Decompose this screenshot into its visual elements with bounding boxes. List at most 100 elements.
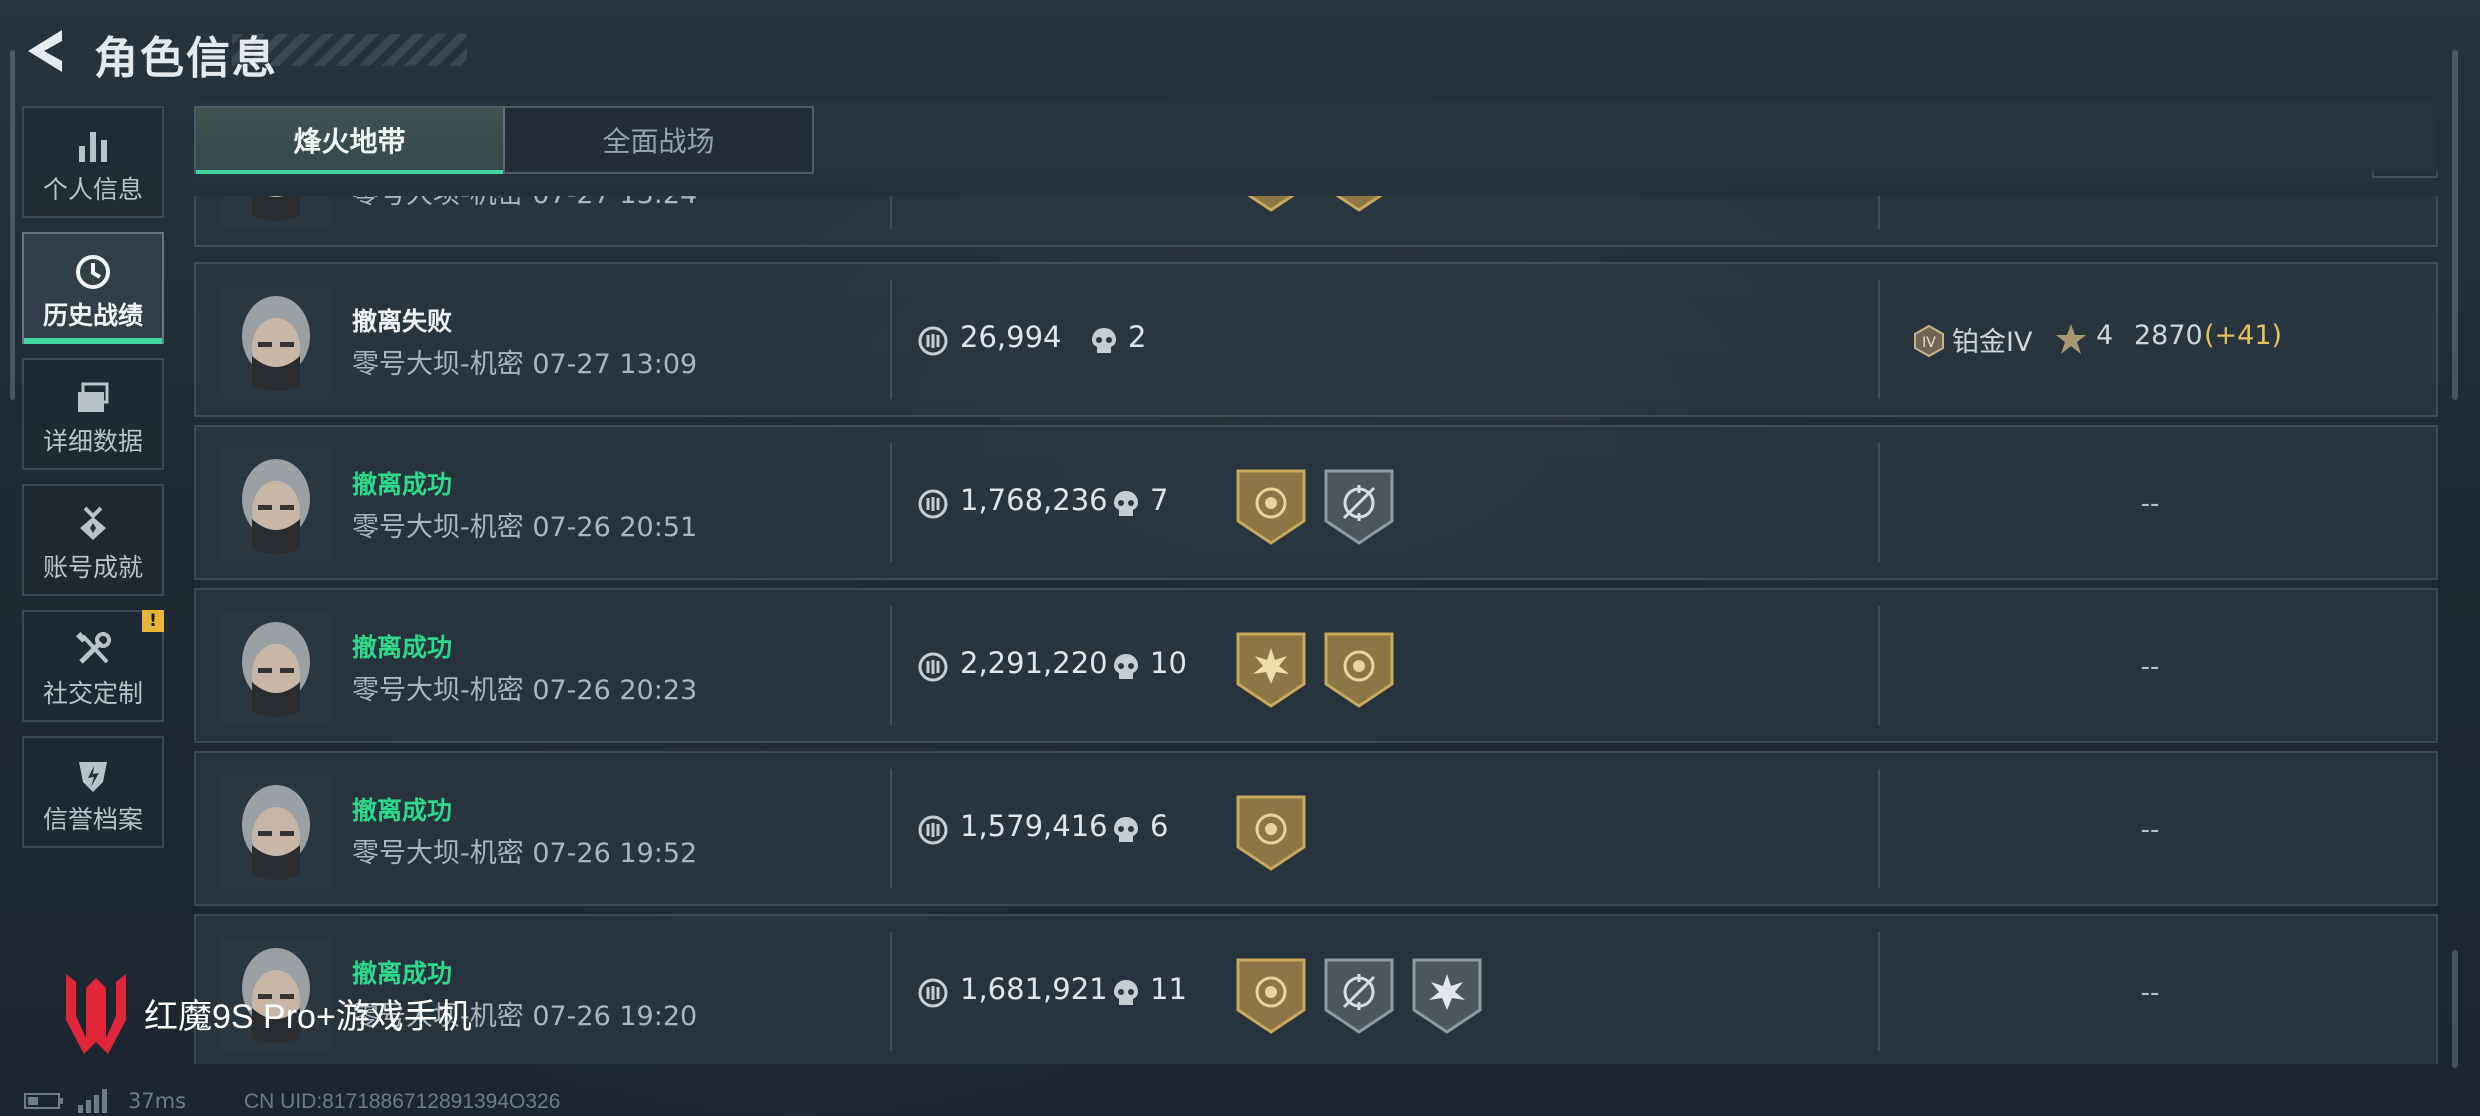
- operator-avatar: [220, 775, 332, 887]
- mode-tabs: 烽火地带 全面战场: [194, 106, 814, 174]
- match-row[interactable]: 撤离成功 零号大坝-机密 07-26 19:52 1,579,416 6 --: [194, 751, 2438, 906]
- gold-medal-icon: [1236, 795, 1306, 871]
- target-medal-icon: [1324, 469, 1394, 545]
- target-medal-icon: [1324, 958, 1394, 1034]
- sidebar-item-detailed-data[interactable]: 详细数据: [22, 358, 164, 470]
- rank-score: 2870: [2134, 320, 2203, 351]
- sidebar-item-personal-info[interactable]: 个人信息: [22, 106, 164, 218]
- column-divider: [1878, 606, 1880, 725]
- rank-emblem-icon: IV: [1914, 324, 1944, 358]
- gold-medal-icon: [1335, 196, 1383, 212]
- operator-avatar: [220, 286, 332, 398]
- sidebar-scrollbar[interactable]: [10, 50, 15, 400]
- rank-result: --: [2140, 978, 2160, 1008]
- kill-count: 7: [1150, 483, 1169, 517]
- column-divider: [890, 196, 892, 229]
- kill-count: 11: [1150, 972, 1187, 1006]
- column-divider: [1878, 280, 1880, 399]
- kill-count: 6: [1150, 809, 1169, 843]
- rank-result: --: [2140, 652, 2160, 682]
- coin-icon: [918, 326, 948, 356]
- sidebar-item-achievements[interactable]: 账号成就: [22, 484, 164, 596]
- ping-value: 37ms: [128, 1089, 187, 1113]
- match-row[interactable]: 撤离失败 零号大坝-机密 07-27 13:09 26,994 2 IV 铂金I…: [194, 262, 2438, 417]
- sidebar-item-history[interactable]: 历史战绩: [22, 232, 164, 344]
- gold-medal-icon: [1236, 958, 1306, 1034]
- signal-icon: [78, 1089, 107, 1113]
- column-divider: [890, 280, 892, 399]
- extraction-status: 撤离成功: [352, 633, 453, 662]
- rank-result: --: [2140, 489, 2160, 519]
- skull-icon: [1092, 328, 1116, 353]
- cards-icon: [78, 382, 109, 412]
- burst-medal-icon: [1236, 632, 1306, 708]
- tab-full-battlefield[interactable]: 全面战场: [505, 108, 812, 172]
- tab-hazard-zone[interactable]: 烽火地带: [196, 108, 505, 174]
- extraction-status: 撤离失败: [352, 307, 453, 336]
- back-arrow-icon[interactable]: [22, 26, 68, 76]
- sidebar: 个人信息 历史战绩 详细数据 账号成就 社交定制 ! 信誉档案: [22, 106, 164, 862]
- bar-chart-icon: [79, 132, 107, 162]
- notification-badge: !: [142, 610, 164, 632]
- column-divider: [890, 769, 892, 888]
- tools-icon: [76, 632, 111, 664]
- sidebar-item-credit-record[interactable]: 信誉档案: [22, 736, 164, 848]
- column-divider: [890, 932, 892, 1051]
- match-map-time: 零号大坝-机密 07-26 20:23: [352, 675, 698, 706]
- loot-value: 26,994: [960, 320, 1062, 354]
- header: 角色信息: [0, 0, 2480, 100]
- list-scrollbar-thumb[interactable]: [2452, 950, 2458, 1068]
- match-row[interactable]: 撤离成功 零号大坝-机密 07-26 20:23 2,291,220 10 --: [194, 588, 2438, 743]
- list-scrollbar-track[interactable]: [2452, 50, 2458, 400]
- rank-score-delta: (+41): [2204, 320, 2283, 351]
- player-uid: CN UID:8171886712891394O326: [244, 1090, 561, 1113]
- match-map-time: 零号大坝-机密 07-27 13:09: [352, 349, 698, 380]
- column-divider: [890, 443, 892, 562]
- match-map-time: 零号大坝-机密 07-26 19:52: [352, 838, 698, 869]
- gold-medal-icon: [1236, 469, 1306, 545]
- loot-value: 1,579,416: [960, 809, 1108, 843]
- column-divider: [1878, 769, 1880, 888]
- column-divider: [1878, 932, 1880, 1051]
- skull-icon: [1114, 980, 1138, 1005]
- title-decoration: [232, 34, 467, 66]
- coin-icon: [918, 815, 948, 845]
- battery-icon: [24, 1093, 63, 1109]
- watermark-text: 红魔9S Pro+游戏手机: [144, 997, 472, 1036]
- device-watermark: 红魔9S Pro+游戏手机: [62, 968, 472, 1058]
- sidebar-item-label: 个人信息: [42, 175, 143, 204]
- medal-icon: [80, 506, 106, 540]
- coin-icon: [918, 489, 948, 519]
- gold-medal-icon: [1247, 196, 1295, 212]
- operator-avatar: [220, 612, 332, 724]
- loot-value: 1,768,236: [960, 483, 1108, 517]
- sidebar-item-label: 账号成就: [42, 553, 143, 582]
- skull-icon: [1114, 491, 1138, 516]
- match-row[interactable]: 撤离成功 零号大坝-机密 07-26 20:51 1,768,236 7 --: [194, 425, 2438, 580]
- column-divider: [890, 606, 892, 725]
- rank-result: --: [2140, 815, 2160, 845]
- operator-avatar: [220, 196, 332, 228]
- kill-count: 2: [1128, 320, 1147, 354]
- rank-label: 铂金IV: [1952, 327, 2033, 358]
- red-magic-logo-icon: [66, 974, 126, 1054]
- match-map-time: 零号大坝-机密 07-27 13:24: [352, 196, 697, 211]
- match-row[interactable]: 零号大坝-机密 07-27 13:24: [194, 196, 2438, 247]
- match-row[interactable]: 撤离成功 零号大坝-机密 07-26 19:20 1,681,921 11 --: [194, 914, 2438, 1064]
- sidebar-item-label: 社交定制: [42, 679, 143, 708]
- match-map-time: 零号大坝-机密 07-26 20:51: [352, 512, 698, 543]
- sidebar-item-label: 信誉档案: [42, 805, 143, 834]
- skull-icon: [1114, 654, 1138, 679]
- shield-icon: [79, 762, 107, 792]
- operator-avatar: [220, 449, 332, 561]
- svg-text:IV: IV: [1922, 335, 1936, 351]
- gold-medal-icon: [1324, 632, 1394, 708]
- column-divider: [1878, 196, 1880, 229]
- star-icon: [2056, 324, 2086, 354]
- coin-icon: [918, 652, 948, 682]
- rank-stars: 4: [2096, 320, 2114, 351]
- sidebar-item-label: 历史战绩: [42, 301, 143, 330]
- match-history-list[interactable]: 零号大坝-机密 07-27 13:24 撤离失败 零号大坝-机密 07-27 1…: [194, 196, 2438, 1064]
- sidebar-item-social-custom[interactable]: 社交定制 !: [22, 610, 164, 722]
- loot-value: 1,681,921: [960, 972, 1108, 1006]
